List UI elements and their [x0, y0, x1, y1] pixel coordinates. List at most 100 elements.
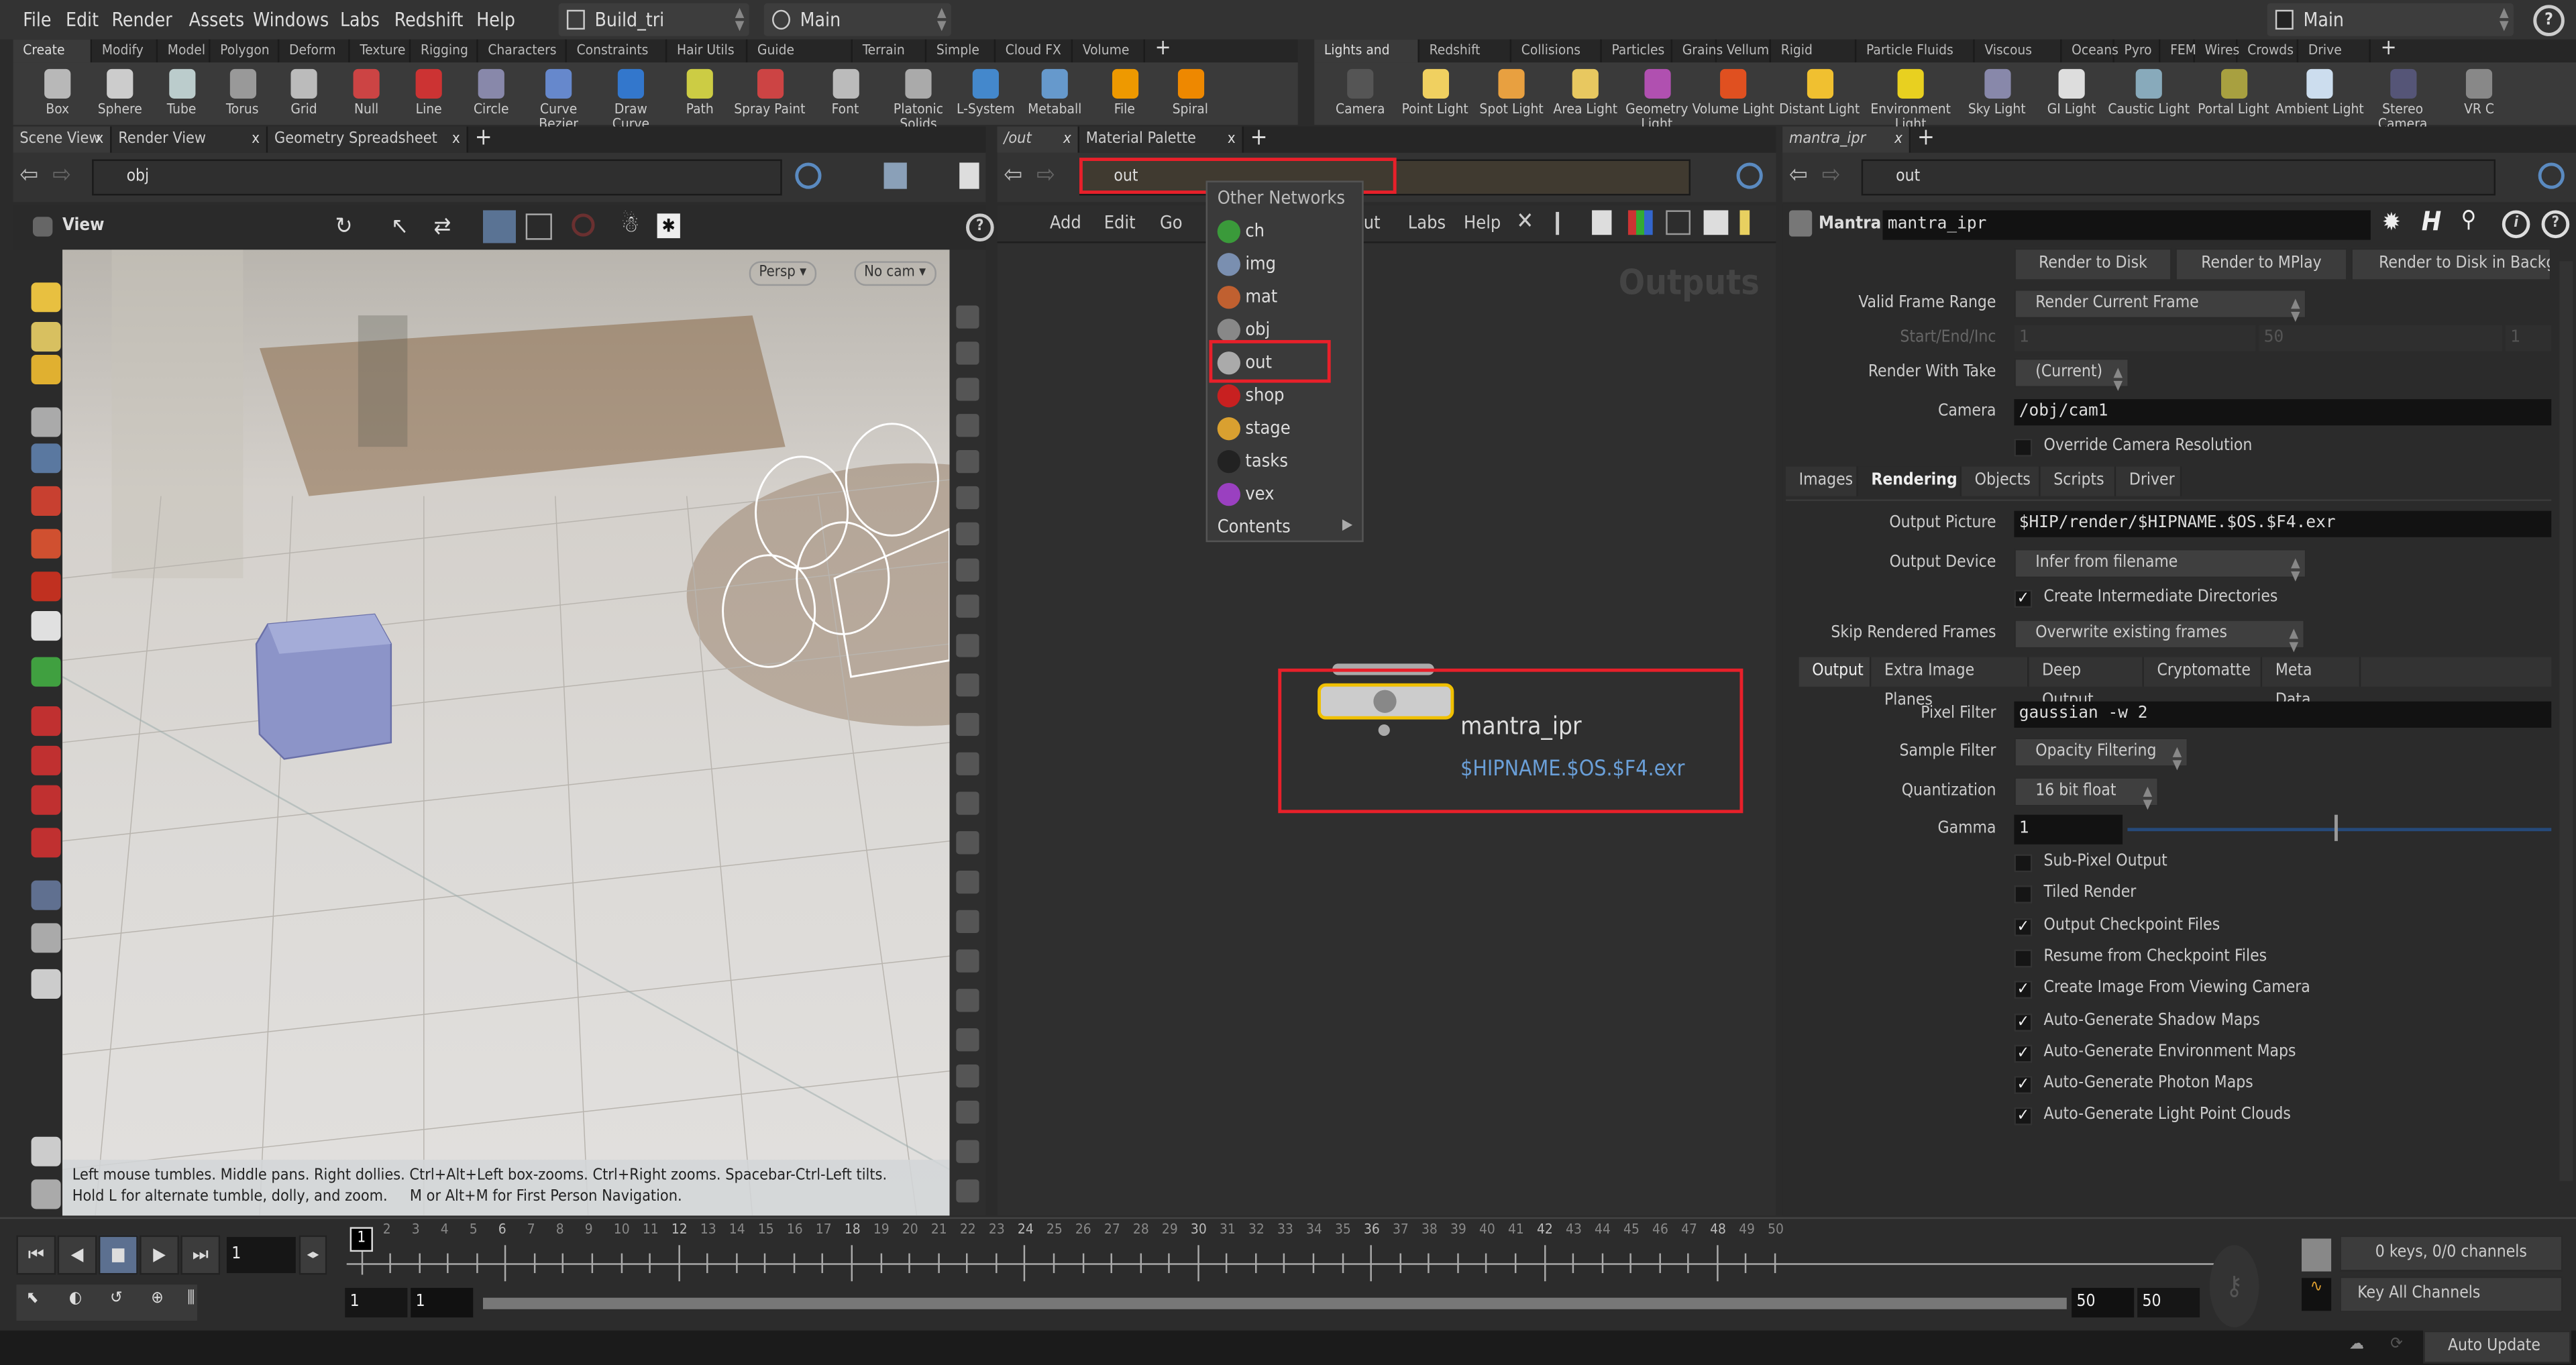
- lock-tool-icon[interactable]: [31, 443, 61, 474]
- display-option-icon[interactable]: [956, 752, 979, 775]
- shelf-tool-sphere[interactable]: Sphere: [89, 66, 151, 118]
- menu-windows[interactable]: Windows: [253, 8, 329, 31]
- menu-item-ch[interactable]: ch: [1217, 220, 1265, 243]
- range-start-field[interactable]: 1: [345, 1288, 408, 1318]
- range-slider[interactable]: [483, 1297, 2067, 1309]
- shelf-tool-circle[interactable]: Circle: [460, 66, 523, 118]
- shelf-tab-rigging[interactable]: Rigging: [411, 39, 478, 63]
- playback-start-field[interactable]: 1: [411, 1288, 474, 1318]
- tab-meta-data[interactable]: Meta Data: [2262, 657, 2361, 710]
- end-field[interactable]: 50: [2259, 325, 2502, 352]
- stop-button[interactable]: ■: [98, 1235, 138, 1275]
- shelf-tool-gi-light[interactable]: GI Light: [2037, 66, 2106, 118]
- forward-arrow-icon[interactable]: ⇨: [1036, 160, 1055, 189]
- add-tab-icon[interactable]: +: [1250, 125, 1268, 151]
- shelf-tool-spray-paint[interactable]: Spray Paint: [733, 66, 806, 118]
- gamma-slider[interactable]: [2127, 828, 2552, 832]
- camera-menu[interactable]: No cam ▾: [854, 261, 936, 286]
- tab-geometry-spreadsheet[interactable]: Geometry Spreadsheet x: [268, 126, 468, 153]
- frame-field[interactable]: 1: [226, 1237, 296, 1273]
- snap-curve-tool-icon[interactable]: [31, 785, 61, 815]
- shelf-tool-box[interactable]: Box: [26, 66, 89, 118]
- back-arrow-icon[interactable]: ⇦: [19, 160, 38, 189]
- display-option-icon[interactable]: [956, 831, 979, 855]
- play-backward-button[interactable]: ◀: [57, 1235, 97, 1275]
- shelf-tab-particles[interactable]: Particles: [1602, 39, 1673, 63]
- display-option-icon[interactable]: [956, 522, 979, 546]
- camera-tool-tool-icon[interactable]: [31, 880, 61, 910]
- add-tab-icon[interactable]: +: [475, 125, 492, 151]
- stop-icon[interactable]: [572, 213, 595, 237]
- color-palette-icon[interactable]: [1627, 210, 1653, 235]
- key-icon[interactable]: ⚷: [2209, 1245, 2259, 1327]
- jump-end-button[interactable]: ⏭: [180, 1235, 221, 1275]
- gear-icon[interactable]: ✹: [2382, 207, 2401, 237]
- shelf-tab-wires[interactable]: Wires: [2195, 39, 2239, 63]
- sub-pixel-output-checkbox[interactable]: [2014, 854, 2033, 873]
- desktop-selector[interactable]: Build_tri ▲ ▼: [558, 3, 749, 36]
- menu-item-contents[interactable]: Contents: [1218, 516, 1291, 537]
- menu-item-mat[interactable]: mat: [1217, 286, 1277, 309]
- menu-item-img[interactable]: img: [1217, 253, 1276, 276]
- link-icon[interactable]: [2538, 162, 2565, 189]
- shelf-tool-metaball[interactable]: Metaball: [1018, 66, 1091, 118]
- shelf-tool-environment-light[interactable]: Environment Light: [1865, 66, 1957, 133]
- output-checkpoint-files-checkbox[interactable]: ✓: [2014, 917, 2033, 936]
- display-option-icon[interactable]: [956, 1179, 979, 1203]
- display-option-icon[interactable]: [956, 634, 979, 657]
- select-tool-icon[interactable]: [31, 282, 61, 313]
- tiled-render-checkbox[interactable]: [2014, 885, 2033, 904]
- tab-images[interactable]: Images: [1786, 466, 1858, 496]
- pointer-tool-icon[interactable]: [31, 407, 61, 437]
- gamma-field[interactable]: 1: [2014, 814, 2123, 844]
- shelf-tool-torus[interactable]: Torus: [212, 66, 273, 118]
- shelf-tab-characters[interactable]: Characters: [478, 39, 567, 63]
- display-option-icon[interactable]: [956, 1100, 979, 1124]
- tab-material-palette[interactable]: Material Palette x: [1079, 126, 1244, 153]
- list-icon[interactable]: [1592, 210, 1612, 235]
- help-icon[interactable]: ?: [2541, 210, 2570, 239]
- node-name-field[interactable]: mantra_ipr: [1882, 210, 2371, 240]
- shelf-tab-texture[interactable]: Texture: [350, 39, 411, 63]
- shelf-tool-tube[interactable]: Tube: [151, 66, 212, 118]
- audio-icon[interactable]: ◐: [69, 1289, 82, 1307]
- step-button[interactable]: ◂▸: [299, 1235, 327, 1275]
- tab-scene-view[interactable]: Scene View x: [13, 126, 112, 153]
- shelf-tab-deform[interactable]: Deform: [279, 39, 350, 63]
- tab-render-view[interactable]: Render View x: [111, 126, 268, 153]
- shelf-tab-collisions[interactable]: Collisions: [1511, 39, 1602, 63]
- shelf-tab-grains[interactable]: Grains: [1672, 39, 1723, 63]
- shelf-tool-file[interactable]: File: [1091, 66, 1158, 118]
- viewport[interactable]: Persp ▾ No cam ▾ Left mouse tumbles. Mid…: [62, 250, 950, 1216]
- close-icon[interactable]: x: [1228, 127, 1236, 153]
- shelf-tab-oceans[interactable]: Oceans: [2061, 39, 2118, 63]
- display-option-icon[interactable]: [956, 870, 979, 894]
- display-option-icon[interactable]: [956, 450, 979, 474]
- auto-update-button[interactable]: Auto Update: [2423, 1330, 2571, 1364]
- resume-from-checkpoint-files-checkbox[interactable]: [2014, 949, 2033, 968]
- render-with-take-select[interactable]: (Current) ▲ ▼: [2014, 358, 2129, 392]
- tools-icon[interactable]: ✕: [1516, 209, 1534, 235]
- forward-arrow-icon[interactable]: ⇨: [1822, 160, 1841, 189]
- close-icon[interactable]: x: [96, 127, 104, 153]
- handle-tool-icon[interactable]: [31, 486, 61, 516]
- keys-status-button[interactable]: 0 keys, 0/0 channels: [2339, 1235, 2563, 1272]
- cube-icon[interactable]: [883, 162, 907, 189]
- render-tool-icon[interactable]: [31, 1179, 61, 1209]
- display-option-icon[interactable]: [956, 1140, 979, 1163]
- output-device-select[interactable]: Infer from filename ▲ ▼: [2014, 548, 2307, 582]
- menu-go[interactable]: Go: [1160, 212, 1183, 233]
- realtime-icon[interactable]: ⊕: [151, 1289, 163, 1307]
- shelf-tab-viscous-fluids[interactable]: Viscous Fluids: [1975, 39, 2062, 82]
- snap-point-tool-icon[interactable]: [31, 828, 61, 858]
- tumble-tool-icon[interactable]: ↻: [335, 213, 353, 239]
- menu-labs[interactable]: Labs: [340, 8, 380, 31]
- shelf-tool-ambient-light[interactable]: Ambient Light: [2275, 66, 2364, 118]
- create-dirs-checkbox[interactable]: ✓: [2014, 590, 2033, 608]
- shelf-tool-draw-curve[interactable]: Draw Curve: [595, 66, 667, 133]
- render-background-button[interactable]: Render to Disk in Backg: [2351, 248, 2552, 281]
- display-icon[interactable]: [959, 162, 979, 189]
- shelf-tab-volume[interactable]: Volume: [1073, 39, 1145, 63]
- menu-item-obj[interactable]: obj: [1217, 319, 1270, 342]
- menu-item-vex[interactable]: vex: [1217, 483, 1274, 506]
